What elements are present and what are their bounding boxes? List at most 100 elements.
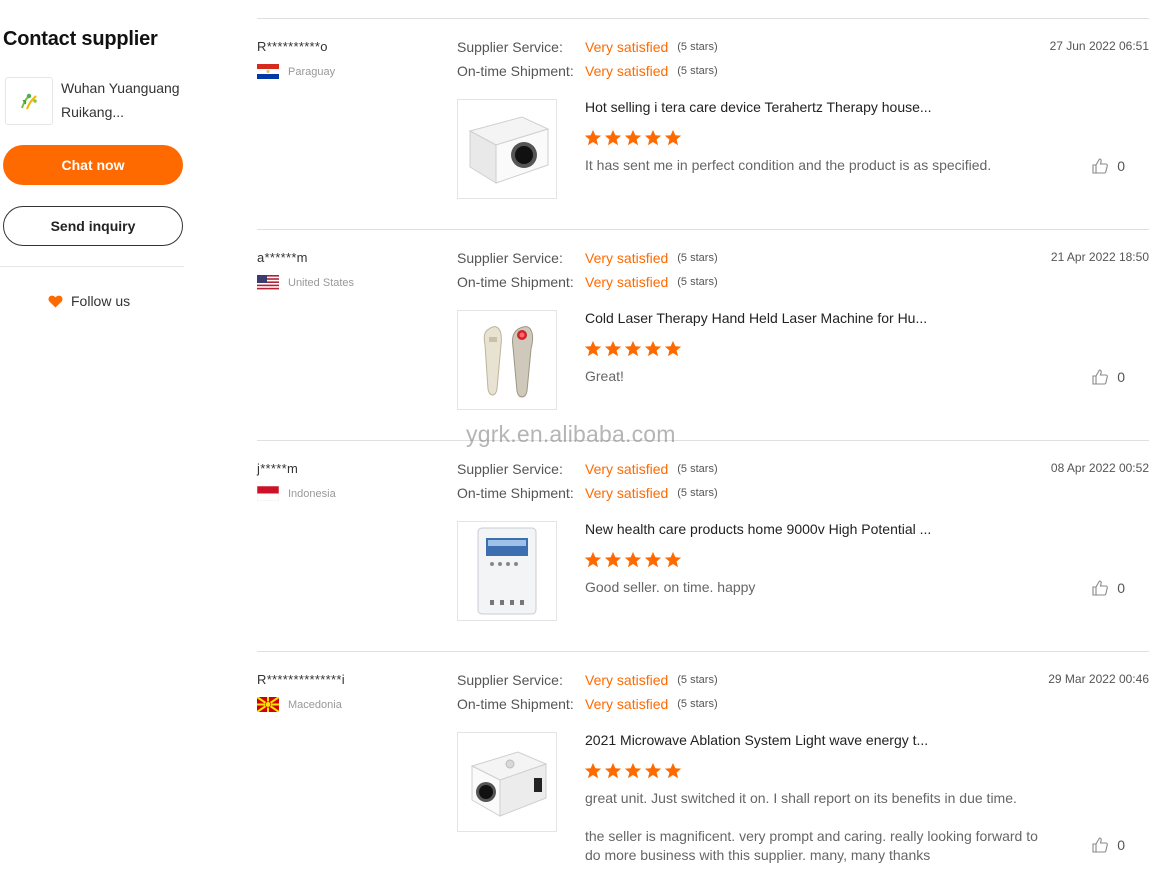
- star-icon: [624, 551, 642, 568]
- shipment-rating: On-time Shipment: Very satisfied (5 star…: [457, 274, 718, 290]
- supplier-service-rating: Supplier Service: Very satisfied (5 star…: [457, 39, 718, 55]
- review-date: 27 Jun 2022 06:51: [1049, 39, 1149, 53]
- star-rating: [584, 551, 682, 569]
- rating-stars-text: (5 stars): [677, 41, 718, 53]
- star-icon: [604, 129, 622, 146]
- star-icon: [624, 340, 642, 357]
- chat-now-button[interactable]: Chat now: [3, 145, 183, 185]
- follow-us-button[interactable]: Follow us: [48, 293, 130, 309]
- rating-value: Very satisfied: [585, 250, 669, 266]
- star-icon: [604, 551, 622, 568]
- rating-stars-text: (5 stars): [677, 252, 718, 264]
- rating-value: Very satisfied: [585, 274, 669, 290]
- like-count: 0: [1117, 158, 1125, 174]
- like-button[interactable]: 0: [1091, 836, 1125, 854]
- product-thumbnail[interactable]: [457, 99, 557, 199]
- review-item: j*****m Indonesia Supplier Service: Very…: [257, 440, 1149, 651]
- product-title-link[interactable]: New health care products home 9000v High…: [585, 521, 931, 537]
- rating-value: Very satisfied: [585, 485, 669, 501]
- rating-label: Supplier Service:: [457, 250, 563, 266]
- reviewer-name: j*****m: [257, 461, 299, 476]
- supplier-service-rating: Supplier Service: Very satisfied (5 star…: [457, 250, 718, 266]
- shipment-rating: On-time Shipment: Very satisfied (5 star…: [457, 696, 718, 712]
- star-icon: [664, 129, 682, 146]
- country-name: Paraguay: [288, 65, 336, 78]
- product-title-link[interactable]: Cold Laser Therapy Hand Held Laser Machi…: [585, 310, 927, 326]
- reviewer-country: Macedonia: [257, 697, 342, 712]
- thumbs-up-icon: [1092, 580, 1109, 596]
- rating-value: Very satisfied: [585, 672, 669, 688]
- star-rating: [584, 762, 682, 780]
- contact-supplier-title: Contact supplier: [3, 28, 158, 50]
- star-icon: [664, 340, 682, 357]
- thumbs-up-icon: [1092, 369, 1109, 385]
- country-name: Macedonia: [288, 698, 342, 711]
- rating-value: Very satisfied: [585, 461, 669, 477]
- rating-label: On-time Shipment:: [457, 63, 574, 79]
- star-icon: [584, 762, 602, 779]
- review-item: R**************i Macedonia Supplier Serv…: [257, 651, 1149, 872]
- product-title-link[interactable]: Hot selling i tera care device Terahertz…: [585, 99, 932, 115]
- review-item: R**********o Paraguay Supplier Service: …: [257, 18, 1149, 229]
- rating-value: Very satisfied: [585, 696, 669, 712]
- reviewer-country: United States: [257, 275, 354, 290]
- rating-label: Supplier Service:: [457, 39, 563, 55]
- like-button[interactable]: 0: [1091, 368, 1125, 386]
- like-count: 0: [1117, 580, 1125, 596]
- supplier-service-rating: Supplier Service: Very satisfied (5 star…: [457, 672, 718, 688]
- star-icon: [584, 340, 602, 357]
- star-icon: [624, 762, 642, 779]
- star-icon: [644, 551, 662, 568]
- review-comment: It has sent me in perfect condition and …: [585, 157, 992, 173]
- like-button[interactable]: 0: [1091, 579, 1125, 597]
- supplier-logo[interactable]: [5, 77, 53, 125]
- star-icon: [604, 340, 622, 357]
- supplier-service-rating: Supplier Service: Very satisfied (5 star…: [457, 461, 718, 477]
- star-rating: [584, 340, 682, 358]
- thumbs-up-icon: [1092, 837, 1109, 853]
- product-thumbnail[interactable]: [457, 310, 557, 410]
- reviewer-name: R**************i: [257, 672, 345, 687]
- product-thumbnail[interactable]: [457, 521, 557, 621]
- rating-stars-text: (5 stars): [677, 65, 718, 77]
- indonesia-flag-icon: [257, 486, 279, 501]
- united-states-flag-icon: [257, 275, 279, 290]
- reviewer-name: a******m: [257, 250, 308, 265]
- rating-stars-text: (5 stars): [677, 276, 718, 288]
- product-title-link[interactable]: 2021 Microwave Ablation System Light wav…: [585, 732, 928, 748]
- product-thumbnail[interactable]: [457, 732, 557, 832]
- shipment-rating: On-time Shipment: Very satisfied (5 star…: [457, 485, 718, 501]
- thumbs-up-icon: [1092, 158, 1109, 174]
- rating-value: Very satisfied: [585, 63, 669, 79]
- star-icon: [624, 129, 642, 146]
- country-name: United States: [288, 276, 355, 289]
- review-comment: Good seller. on time. happy: [585, 579, 756, 595]
- rating-label: On-time Shipment:: [457, 274, 574, 290]
- rating-label: Supplier Service:: [457, 672, 563, 688]
- reviewer-country: Paraguay: [257, 64, 335, 79]
- review-comment: great unit. Just switched it on. I shall…: [585, 790, 1038, 863]
- star-icon: [584, 129, 602, 146]
- reviewer-name: R**********o: [257, 39, 328, 54]
- macedonia-flag-icon: [257, 697, 279, 712]
- site-watermark: ygrk.en.alibaba.com: [466, 421, 676, 447]
- rating-value: Very satisfied: [585, 39, 669, 55]
- star-icon: [584, 551, 602, 568]
- star-icon: [644, 762, 662, 779]
- review-list: R**********o Paraguay Supplier Service: …: [257, 18, 1149, 872]
- star-icon: [664, 551, 682, 568]
- rating-stars-text: (5 stars): [677, 698, 718, 710]
- heart-icon: [48, 295, 63, 307]
- rating-stars-text: (5 stars): [677, 674, 718, 686]
- sidebar-divider: [0, 266, 184, 267]
- star-icon: [644, 340, 662, 357]
- rating-stars-text: (5 stars): [677, 487, 718, 499]
- like-count: 0: [1117, 837, 1125, 853]
- like-button[interactable]: 0: [1091, 157, 1125, 175]
- supplier-name-link[interactable]: Wuhan Yuanguang Ruikang...: [61, 76, 186, 124]
- rating-stars-text: (5 stars): [677, 463, 718, 475]
- review-date: 29 Mar 2022 00:46: [1048, 672, 1149, 686]
- review-item: a******m United States Supplier Service:…: [257, 229, 1149, 440]
- send-inquiry-button[interactable]: Send inquiry: [3, 206, 183, 246]
- follow-us-label: Follow us: [71, 293, 131, 309]
